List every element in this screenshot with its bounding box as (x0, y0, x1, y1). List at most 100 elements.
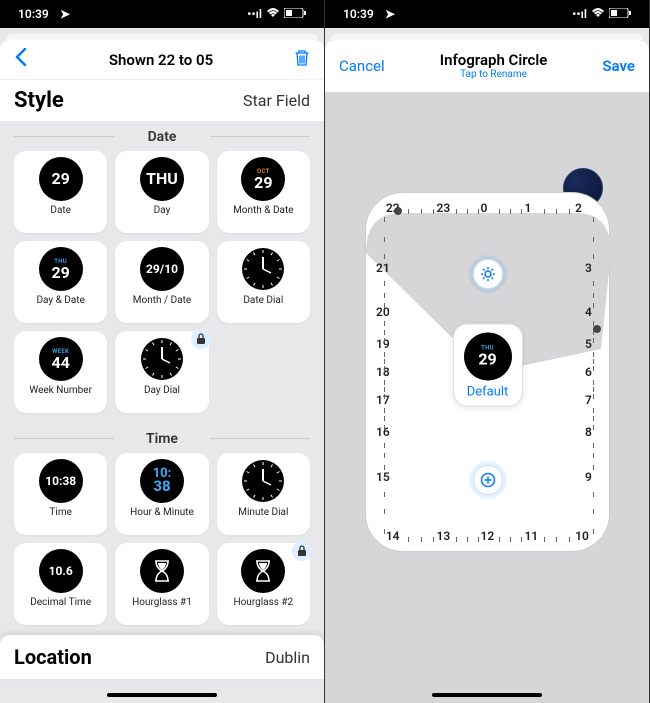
rename-hint: Tap to Rename (440, 69, 548, 80)
hour-minute-icon: 10:38 (140, 459, 184, 503)
tile-hour-minute[interactable]: 10:38 Hour & Minute (115, 453, 208, 535)
handle-22[interactable] (394, 207, 402, 215)
tile-day-date[interactable]: THU29 Day & Date (14, 241, 107, 323)
minute-dial-icon (241, 459, 285, 503)
tile-week-number[interactable]: WEEK44Week Number (14, 331, 107, 413)
hour-11[interactable]: 11 (524, 529, 538, 543)
hour-17[interactable]: 17 (376, 393, 390, 407)
date-label: Date (50, 205, 71, 216)
save-button[interactable]: Save (602, 57, 635, 75)
nav-title: Shown 22 to 05 (109, 51, 213, 69)
trash-button[interactable] (294, 49, 310, 71)
hour-2[interactable]: 2 (575, 201, 582, 215)
day-icon: THU (140, 157, 184, 201)
hour-18[interactable]: 18 (376, 365, 390, 379)
gear-button[interactable] (473, 259, 503, 289)
hour-6[interactable]: 6 (585, 365, 592, 379)
decimal-time-label: Decimal Time (30, 597, 91, 608)
day-label: Day (154, 205, 171, 216)
month-date-icon: OCT29 (241, 157, 285, 201)
date-dial-icon (241, 247, 285, 291)
day-dial-icon (140, 337, 184, 381)
watch-face[interactable]: 22230123456789101112131415161718192021 T… (365, 192, 610, 552)
day-date-icon: THU29 (39, 247, 83, 291)
hour-13[interactable]: 13 (437, 529, 451, 543)
status-time: 10:39 (18, 7, 49, 21)
tile-minute-dial[interactable]: Minute Dial (217, 453, 310, 535)
right-nav: Cancel Infograph Circle Tap to Rename Sa… (325, 40, 649, 92)
tile-day[interactable]: THU Day (115, 151, 208, 233)
hour-1[interactable]: 1 (524, 201, 531, 215)
minute-dial-label: Minute Dial (238, 507, 288, 518)
section-time-header: Time (0, 423, 324, 453)
hour-9[interactable]: 9 (585, 470, 592, 484)
right-title[interactable]: Infograph Circle Tap to Rename (440, 52, 548, 80)
status-right: ••ıl (247, 7, 306, 21)
day-date-label: Day & Date (36, 295, 84, 306)
hour-3[interactable]: 3 (585, 261, 592, 275)
right-sheet: Cancel Infograph Circle Tap to Rename Sa… (325, 40, 649, 703)
decimal-time-icon: 10.6 (39, 549, 83, 593)
signal-icon: ••ıl (572, 7, 587, 21)
hour-0[interactable]: 0 (481, 201, 488, 215)
week-number-icon: WEEK44 (39, 337, 83, 381)
sheet: Shown 22 to 05 Style Star Field Date 29 D… (0, 40, 324, 703)
hour-14[interactable]: 14 (386, 529, 400, 543)
tile-day-dial[interactable]: Day Dial (115, 331, 208, 413)
tile-month-slash-date[interactable]: 29/10Month / Date (115, 241, 208, 323)
time-grid: 10:38Time 10:38 Hour & Minute Minute Dial 10… (0, 453, 324, 635)
hour-7[interactable]: 7 (585, 393, 592, 407)
tile-hourglass-2[interactable]: Hourglass #2 (217, 543, 310, 625)
hourglass-1-icon (140, 549, 184, 593)
hour-23[interactable]: 23 (437, 201, 451, 215)
wifi-icon (266, 7, 280, 21)
time-label: Time (49, 507, 71, 518)
location-value: Dublin (265, 648, 310, 667)
location-row[interactable]: Location Dublin (0, 635, 324, 679)
cancel-button[interactable]: Cancel (339, 57, 385, 75)
style-label: Style (14, 88, 64, 113)
hourglass-2-label: Hourglass #2 (233, 597, 293, 608)
tile-time[interactable]: 10:38Time (14, 453, 107, 535)
hour-16[interactable]: 16 (376, 425, 390, 439)
content-area[interactable]: Date 29 Date THU Day OCT29 Month & Date THU29 D… (0, 121, 324, 703)
status-loc-icon: ➤ (385, 7, 395, 21)
hour-15[interactable]: 15 (376, 470, 390, 484)
tile-date-dial[interactable]: Date Dial (217, 241, 310, 323)
handle-5[interactable] (593, 325, 601, 333)
home-indicator[interactable] (107, 693, 217, 697)
date-grid: 29 Date THU Day OCT29 Month & Date THU29 Day & … (0, 151, 324, 423)
hour-12[interactable]: 12 (481, 529, 495, 543)
home-indicator[interactable] (432, 693, 542, 697)
hour-8[interactable]: 8 (585, 425, 592, 439)
day-dial-label: Day Dial (144, 385, 180, 396)
style-row[interactable]: Style Star Field (0, 80, 324, 121)
watch-area[interactable]: 22230123456789101112131415161718192021 T… (325, 92, 649, 703)
hour-21[interactable]: 21 (376, 261, 390, 275)
nav-bar: Shown 22 to 05 (0, 40, 324, 80)
add-button[interactable] (473, 465, 503, 495)
center-complication[interactable]: THU 29 Default (453, 323, 523, 406)
location-label: Location (14, 645, 92, 669)
tile-date[interactable]: 29 Date (14, 151, 107, 233)
lock-icon (292, 541, 312, 561)
status-bar: 10:39 ➤ ••ıl (0, 0, 324, 28)
status-right: ••ıl (572, 7, 631, 21)
date-icon: 29 (39, 157, 83, 201)
hour-20[interactable]: 20 (376, 305, 390, 319)
hour-5[interactable]: 5 (585, 337, 592, 351)
month-slash-date-label: Month / Date (133, 295, 191, 306)
month-date-label: Month & Date (233, 205, 294, 216)
tile-decimal-time[interactable]: 10.6 Decimal Time (14, 543, 107, 625)
page-title: Infograph Circle (440, 52, 548, 69)
hour-10[interactable]: 10 (575, 529, 589, 543)
hour-19[interactable]: 19 (376, 337, 390, 351)
back-button[interactable] (14, 47, 28, 72)
hour-minute-label: Hour & Minute (130, 507, 194, 518)
tile-hourglass-1[interactable]: Hourglass #1 (115, 543, 208, 625)
tile-month-date[interactable]: OCT29 Month & Date (217, 151, 310, 233)
hour-4[interactable]: 4 (585, 305, 592, 319)
status-bar: 10:39 ➤ ••ıl (325, 0, 649, 28)
center-label: Default (467, 384, 509, 399)
lock-icon (191, 329, 211, 349)
